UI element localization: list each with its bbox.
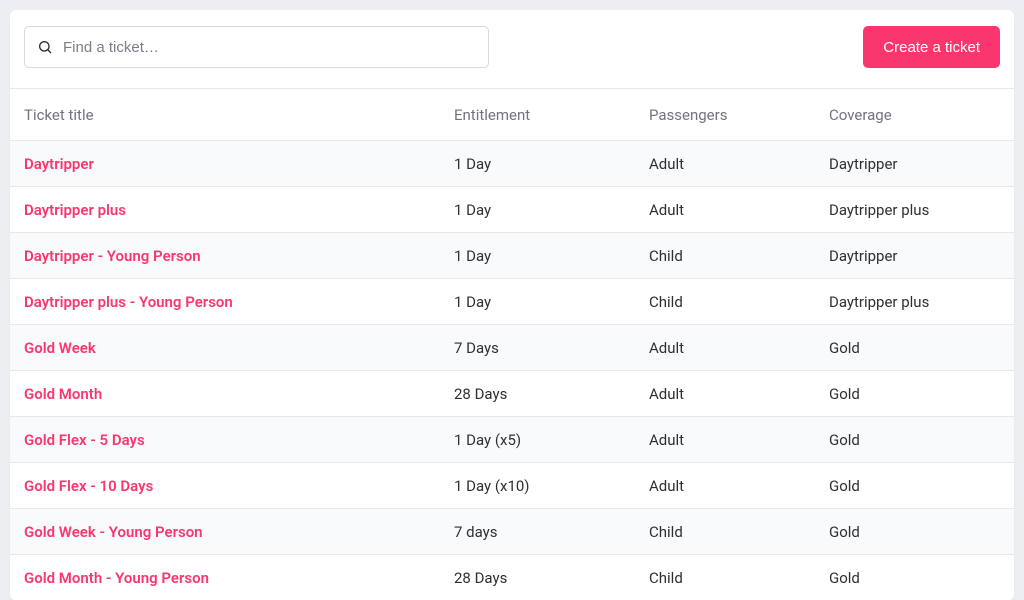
ticket-coverage: Gold: [829, 477, 1000, 495]
ticket-entitlement: 1 Day: [454, 155, 649, 173]
ticket-entitlement: 7 Days: [454, 339, 649, 357]
ticket-passengers: Adult: [649, 431, 829, 449]
table-row: Gold Week - Young Person 7 days Child Go…: [10, 508, 1014, 554]
ticket-coverage: Gold: [829, 339, 1000, 357]
table-row: Daytripper - Young Person 1 Day Child Da…: [10, 232, 1014, 278]
col-entitlement: Entitlement: [454, 106, 649, 124]
table-row: Daytripper plus 1 Day Adult Daytripper p…: [10, 186, 1014, 232]
toolbar: Create a ticket: [10, 10, 1014, 88]
ticket-entitlement: 1 Day: [454, 201, 649, 219]
tickets-card: Create a ticket Ticket title Entitlement…: [10, 10, 1014, 600]
ticket-title-link[interactable]: Gold Week - Young Person: [24, 523, 454, 541]
ticket-passengers: Child: [649, 247, 829, 265]
ticket-title-link[interactable]: Gold Week: [24, 339, 454, 357]
ticket-coverage: Daytripper: [829, 155, 1000, 173]
col-coverage: Coverage: [829, 106, 1000, 124]
search-icon: [37, 39, 53, 55]
ticket-coverage: Gold: [829, 523, 1000, 541]
ticket-coverage: Daytripper plus: [829, 201, 1000, 219]
ticket-title-link[interactable]: Daytripper - Young Person: [24, 247, 454, 265]
ticket-entitlement: 1 Day (x10): [454, 477, 649, 495]
table-row: Gold Flex - 5 Days 1 Day (x5) Adult Gold: [10, 416, 1014, 462]
ticket-title-link[interactable]: Gold Flex - 10 Days: [24, 477, 454, 495]
ticket-entitlement: 1 Day: [454, 293, 649, 311]
table-row: Daytripper 1 Day Adult Daytripper: [10, 140, 1014, 186]
col-title: Ticket title: [24, 106, 454, 124]
ticket-passengers: Adult: [649, 155, 829, 173]
ticket-passengers: Adult: [649, 477, 829, 495]
table-row: Daytripper plus - Young Person 1 Day Chi…: [10, 278, 1014, 324]
search-field-wrap[interactable]: [24, 26, 489, 68]
ticket-passengers: Adult: [649, 339, 829, 357]
ticket-title-link[interactable]: Gold Month - Young Person: [24, 569, 454, 587]
ticket-passengers: Adult: [649, 385, 829, 403]
ticket-entitlement: 28 Days: [454, 385, 649, 403]
ticket-title-link[interactable]: Daytripper: [24, 155, 454, 173]
table-row: Gold Month - Young Person 28 Days Child …: [10, 554, 1014, 600]
ticket-passengers: Adult: [649, 201, 829, 219]
ticket-entitlement: 7 days: [454, 523, 649, 541]
table-row: Gold Flex - 10 Days 1 Day (x10) Adult Go…: [10, 462, 1014, 508]
create-ticket-button[interactable]: Create a ticket: [863, 26, 1000, 68]
col-passengers: Passengers: [649, 106, 829, 124]
ticket-passengers: Child: [649, 523, 829, 541]
table-header: Ticket title Entitlement Passengers Cove…: [10, 88, 1014, 140]
table-body: Daytripper 1 Day Adult Daytripper Daytri…: [10, 140, 1014, 600]
ticket-coverage: Gold: [829, 385, 1000, 403]
table-row: Gold Week 7 Days Adult Gold: [10, 324, 1014, 370]
ticket-coverage: Daytripper: [829, 247, 1000, 265]
ticket-coverage: Daytripper plus: [829, 293, 1000, 311]
ticket-passengers: Child: [649, 293, 829, 311]
search-input[interactable]: [63, 39, 476, 56]
ticket-coverage: Gold: [829, 431, 1000, 449]
ticket-coverage: Gold: [829, 569, 1000, 587]
ticket-title-link[interactable]: Gold Flex - 5 Days: [24, 431, 454, 449]
ticket-title-link[interactable]: Daytripper plus: [24, 201, 454, 219]
ticket-title-link[interactable]: Daytripper plus - Young Person: [24, 293, 454, 311]
ticket-title-link[interactable]: Gold Month: [24, 385, 454, 403]
ticket-entitlement: 1 Day (x5): [454, 431, 649, 449]
ticket-entitlement: 1 Day: [454, 247, 649, 265]
ticket-passengers: Child: [649, 569, 829, 587]
table-row: Gold Month 28 Days Adult Gold: [10, 370, 1014, 416]
ticket-entitlement: 28 Days: [454, 569, 649, 587]
